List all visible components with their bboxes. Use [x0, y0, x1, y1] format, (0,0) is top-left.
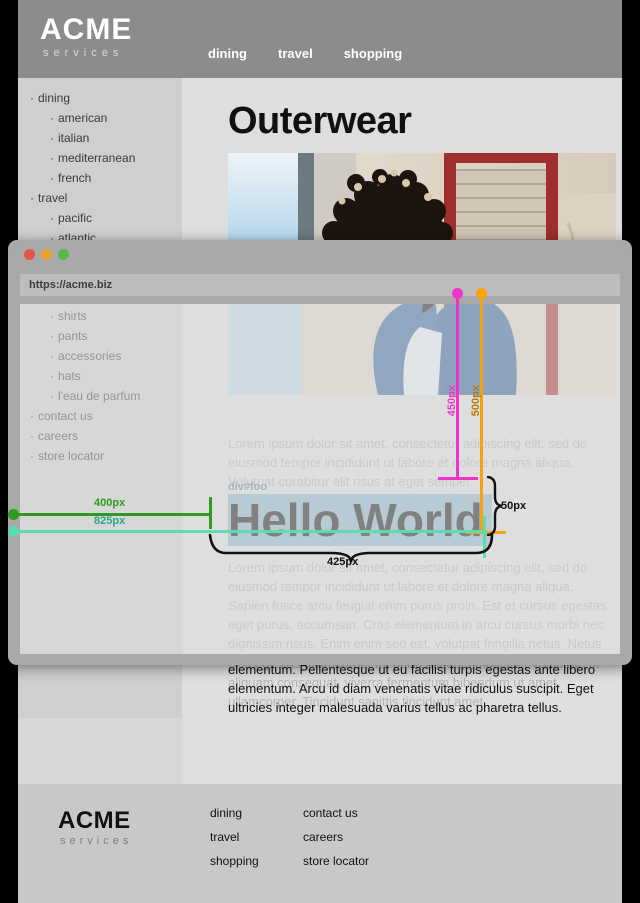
- sidebar-item-label: travel: [38, 191, 68, 205]
- url-bar[interactable]: https://acme.biz: [20, 274, 620, 296]
- viewport-sidebar: ·dining ·american ·italian ·mediterranea…: [20, 304, 182, 654]
- bullet-icon: ·: [30, 191, 34, 205]
- viewport-sidebar-item-careers[interactable]: · careers: [20, 426, 182, 446]
- brand-tagline: services: [43, 47, 124, 59]
- bullet-icon: ·: [30, 91, 34, 105]
- sidebar-item-label: french: [58, 171, 92, 185]
- nav-link-dining[interactable]: dining: [208, 46, 247, 61]
- sidebar-item-label: dining: [38, 91, 71, 105]
- footer-link-careers[interactable]: careers: [303, 830, 369, 844]
- viewport-page-clone: ·dining ·american ·italian ·mediterranea…: [20, 304, 620, 654]
- page-title: Outerwear: [228, 100, 412, 142]
- viewport-sidebar-item-leau-de-parfum[interactable]: · l'eau de parfum: [20, 386, 182, 406]
- brand-name: ACME: [40, 13, 133, 46]
- bullet-icon: ·: [50, 111, 54, 125]
- browser-window[interactable]: https://acme.biz ·dining ·american ·ital…: [8, 240, 632, 665]
- viewport-sidebar-item-shirts[interactable]: · shirts: [20, 306, 182, 326]
- sidebar-item-label: accessories: [58, 349, 122, 363]
- viewport-div-foo-label: div#foo: [228, 481, 268, 493]
- site-header: ACME services dining travel shopping: [18, 0, 622, 78]
- bullet-icon: ·: [30, 449, 34, 463]
- footer-link-shopping[interactable]: shopping: [210, 854, 259, 868]
- paragraph-below-browser: elementum. Pellentesque ut eu facilisi t…: [228, 662, 596, 715]
- viewport-paragraph-intro: Lorem ipsum dolor sit amet, consectetur …: [228, 436, 588, 489]
- maximize-window-icon[interactable]: [58, 249, 69, 260]
- footer-brand-name: ACME: [58, 807, 131, 834]
- sidebar-item-label: italian: [58, 131, 90, 145]
- viewport-sidebar-item-contact-us[interactable]: · contact us: [20, 406, 182, 426]
- sidebar-item-label: l'eau de parfum: [58, 389, 141, 403]
- sidebar-item-label: store locator: [38, 449, 105, 463]
- bullet-icon: ·: [50, 389, 54, 403]
- sidebar-item-label: pants: [58, 329, 88, 343]
- footer-brand-logo[interactable]: ACME services: [58, 808, 132, 849]
- sidebar-item-label: careers: [38, 429, 79, 443]
- sidebar-item-label: shirts: [58, 309, 87, 323]
- nav-link-shopping[interactable]: shopping: [344, 46, 403, 61]
- sidebar-item-label: contact us: [38, 409, 93, 423]
- bullet-icon: ·: [50, 151, 54, 165]
- footer-link-contact-us[interactable]: contact us: [303, 806, 369, 820]
- minimize-window-icon[interactable]: [41, 249, 52, 260]
- bullet-icon: ·: [50, 369, 54, 383]
- url-text: https://acme.biz: [29, 279, 113, 291]
- sidebar-item-mediterranean[interactable]: · mediterranean: [18, 148, 182, 168]
- bullet-icon: ·: [50, 349, 54, 363]
- viewport-sidebar-item-accessories[interactable]: · accessories: [20, 346, 182, 366]
- viewport-sidebar-item-store-locator[interactable]: · store locator: [20, 446, 182, 466]
- viewport-hero-photo: [228, 304, 616, 395]
- brand-logo[interactable]: ACME services: [40, 14, 132, 60]
- bullet-icon: ·: [50, 329, 54, 343]
- bullet-icon: ·: [50, 131, 54, 145]
- browser-viewport: ·dining ·american ·italian ·mediterranea…: [20, 304, 620, 654]
- viewport-hello-world-heading: Hello World: [228, 494, 483, 546]
- sidebar-item-label: hats: [58, 369, 81, 383]
- footer-link-travel[interactable]: travel: [210, 830, 259, 844]
- sidebar-item-pacific[interactable]: · pacific: [18, 208, 182, 228]
- viewport-hero-illustration: [228, 304, 616, 395]
- close-window-icon[interactable]: [24, 249, 35, 260]
- footer-brand-tagline: services: [60, 835, 133, 847]
- bullet-icon: ·: [30, 409, 34, 423]
- footer-link-store-locator[interactable]: store locator: [303, 854, 369, 868]
- bullet-icon: ·: [30, 429, 34, 443]
- viewport-paragraph-body: Lorem ipsum dolor sit amet, consectetur …: [228, 560, 607, 651]
- sidebar-item-italian[interactable]: · italian: [18, 128, 182, 148]
- bullet-icon: ·: [50, 211, 54, 225]
- browser-titlebar[interactable]: [8, 240, 632, 270]
- bullet-icon: ·: [50, 171, 54, 185]
- sidebar-item-french[interactable]: · french: [18, 168, 182, 188]
- site-footer: ACME services dining travel shopping con…: [18, 784, 622, 903]
- nav-link-travel[interactable]: travel: [278, 46, 313, 61]
- viewport-sidebar-item-pants[interactable]: · pants: [20, 326, 182, 346]
- sidebar-item-label: american: [58, 111, 108, 125]
- sidebar-item-travel[interactable]: · travel: [18, 188, 182, 208]
- sidebar-item-dining[interactable]: · dining: [18, 88, 182, 108]
- sidebar-item-label: mediterranean: [58, 151, 136, 165]
- top-navigation: dining travel shopping: [208, 46, 402, 61]
- bullet-icon: ·: [50, 309, 54, 323]
- sidebar-item-american[interactable]: · american: [18, 108, 182, 128]
- footer-column-primary: dining travel shopping: [210, 806, 259, 868]
- footer-column-secondary: contact us careers store locator: [303, 806, 369, 868]
- viewport-sidebar-item-hats[interactable]: · hats: [20, 366, 182, 386]
- viewport-content: Outerwear Lorem ipsum dolor sit amet, co…: [182, 304, 620, 654]
- sidebar-item-label: pacific: [58, 211, 93, 225]
- footer-link-dining[interactable]: dining: [210, 806, 259, 820]
